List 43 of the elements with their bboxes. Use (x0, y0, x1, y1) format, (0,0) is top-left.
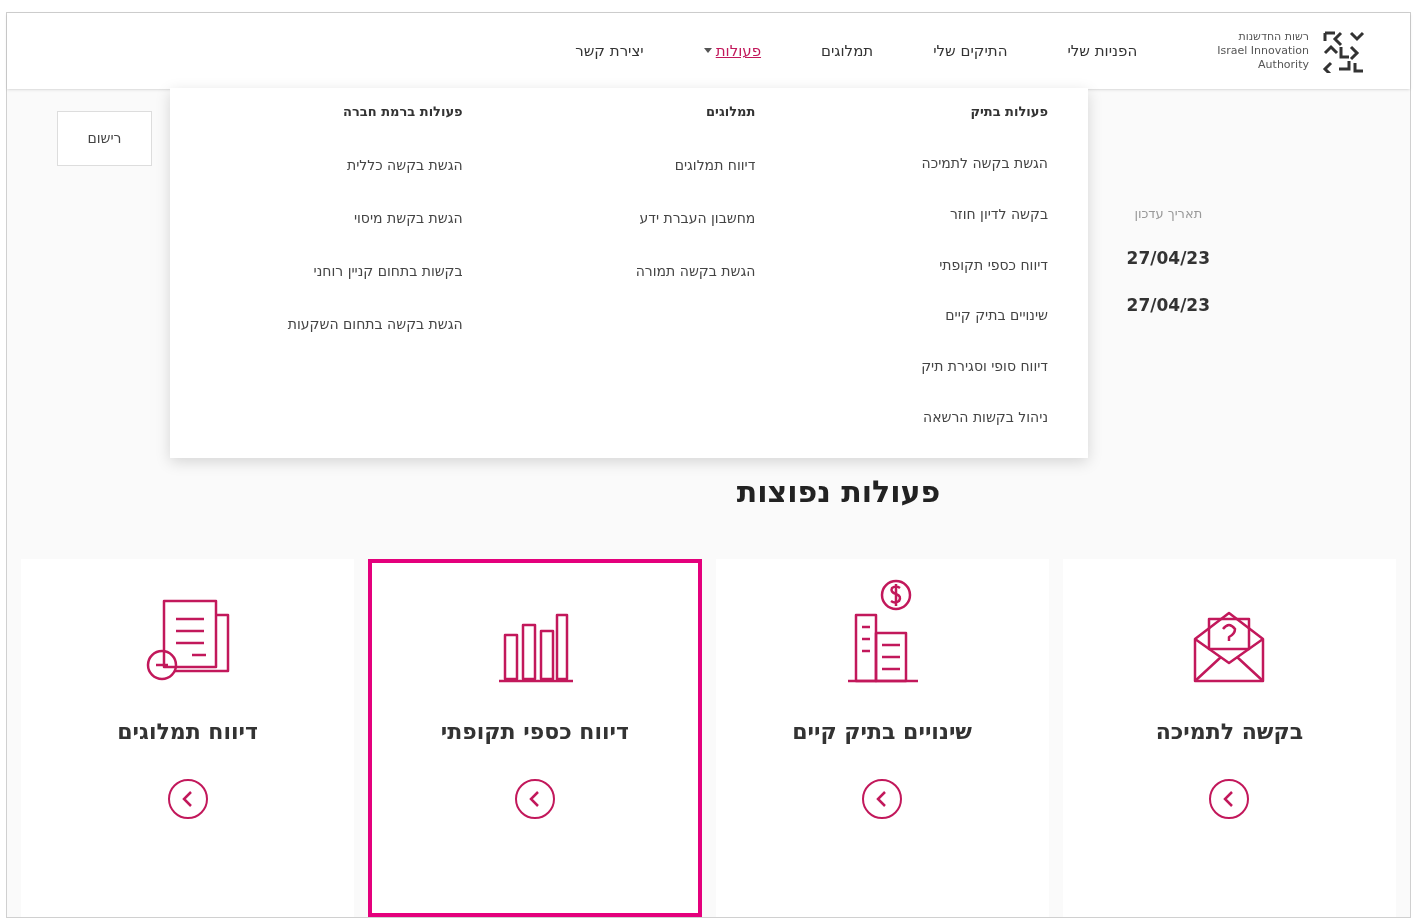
action-card[interactable]: בקשה לתמיכה (1062, 559, 1396, 917)
action-card[interactable]: דיווח תמלוגים (21, 559, 355, 917)
card-title: שינויים בתיק קיים (792, 718, 973, 746)
menu-item[interactable]: הגשת בקשה בתחום השקעות (287, 314, 463, 367)
section-title: פעולות נפוצות (736, 473, 941, 511)
card-title: דיווח תמלוגים (117, 718, 258, 746)
chevron-left-icon[interactable] (861, 778, 904, 820)
action-card[interactable]: דיווח כספי תקופתי (368, 559, 702, 917)
date-cell-text: 27/04/23 (1126, 294, 1210, 317)
card-title: בקשה לתמיכה (1155, 718, 1304, 746)
menu-item[interactable]: דיווח סופי וסגירת תיק (921, 356, 1048, 408)
menu-item[interactable]: הגשת בקשה תמורה (635, 261, 756, 314)
menu-item[interactable]: דיווח כספי תקופתי (939, 254, 1048, 306)
date-cell-text: 27/04/23 (1126, 246, 1210, 270)
menu-item[interactable]: דיווח תמלוגים (674, 155, 756, 208)
nav-link[interactable]: הפניות שלי (1067, 39, 1138, 63)
menu-item[interactable]: הגשת בקשה כללית (346, 155, 463, 208)
menu-item[interactable]: בקשה לדיון חוזר (949, 203, 1048, 255)
nav-link[interactable]: תמלוגים (821, 39, 874, 63)
menu-item[interactable]: הגשת בקשה לתמיכה (921, 152, 1048, 204)
nav-link[interactable]: התיקים שלי (933, 39, 1008, 63)
logo-icon (1321, 29, 1365, 73)
logo-text: Authority (1257, 58, 1309, 72)
register-button[interactable]: רישום (87, 128, 122, 149)
menu-column-title: תמלוגים (706, 103, 756, 121)
caret-icon (703, 48, 712, 54)
menu-item[interactable]: שינויים בתיק קיים (945, 305, 1048, 357)
menu-item[interactable]: ניהול בקשות הרשאה (923, 407, 1048, 458)
chevron-left-icon[interactable] (1208, 778, 1251, 820)
menu-item[interactable]: בקשות בתחום קניין רוחני (313, 261, 463, 314)
action-card[interactable]: שינויים בתיק קיים (715, 559, 1049, 917)
menu-item[interactable]: הגשת בקשת מיסוי (353, 208, 463, 261)
menu-item[interactable]: מחשבון העברת ידע (639, 208, 756, 261)
logo-text: Israel Innovation (1217, 44, 1309, 58)
menu-column-title: פעולות ברמת חברה (343, 103, 463, 121)
chevron-left-icon[interactable] (513, 778, 556, 820)
column-header: תאריך עדכון (1134, 205, 1203, 223)
logo-text: רשות החדשנות (1237, 30, 1309, 44)
chevron-left-icon[interactable] (166, 778, 209, 820)
menu-column-title: פעולות בתיק (970, 103, 1048, 121)
nav-link[interactable]: פעולות (703, 39, 762, 63)
card-title: דיווח כספי תקופתי (440, 718, 629, 746)
nav-link[interactable]: יצירת קשר (575, 39, 644, 63)
